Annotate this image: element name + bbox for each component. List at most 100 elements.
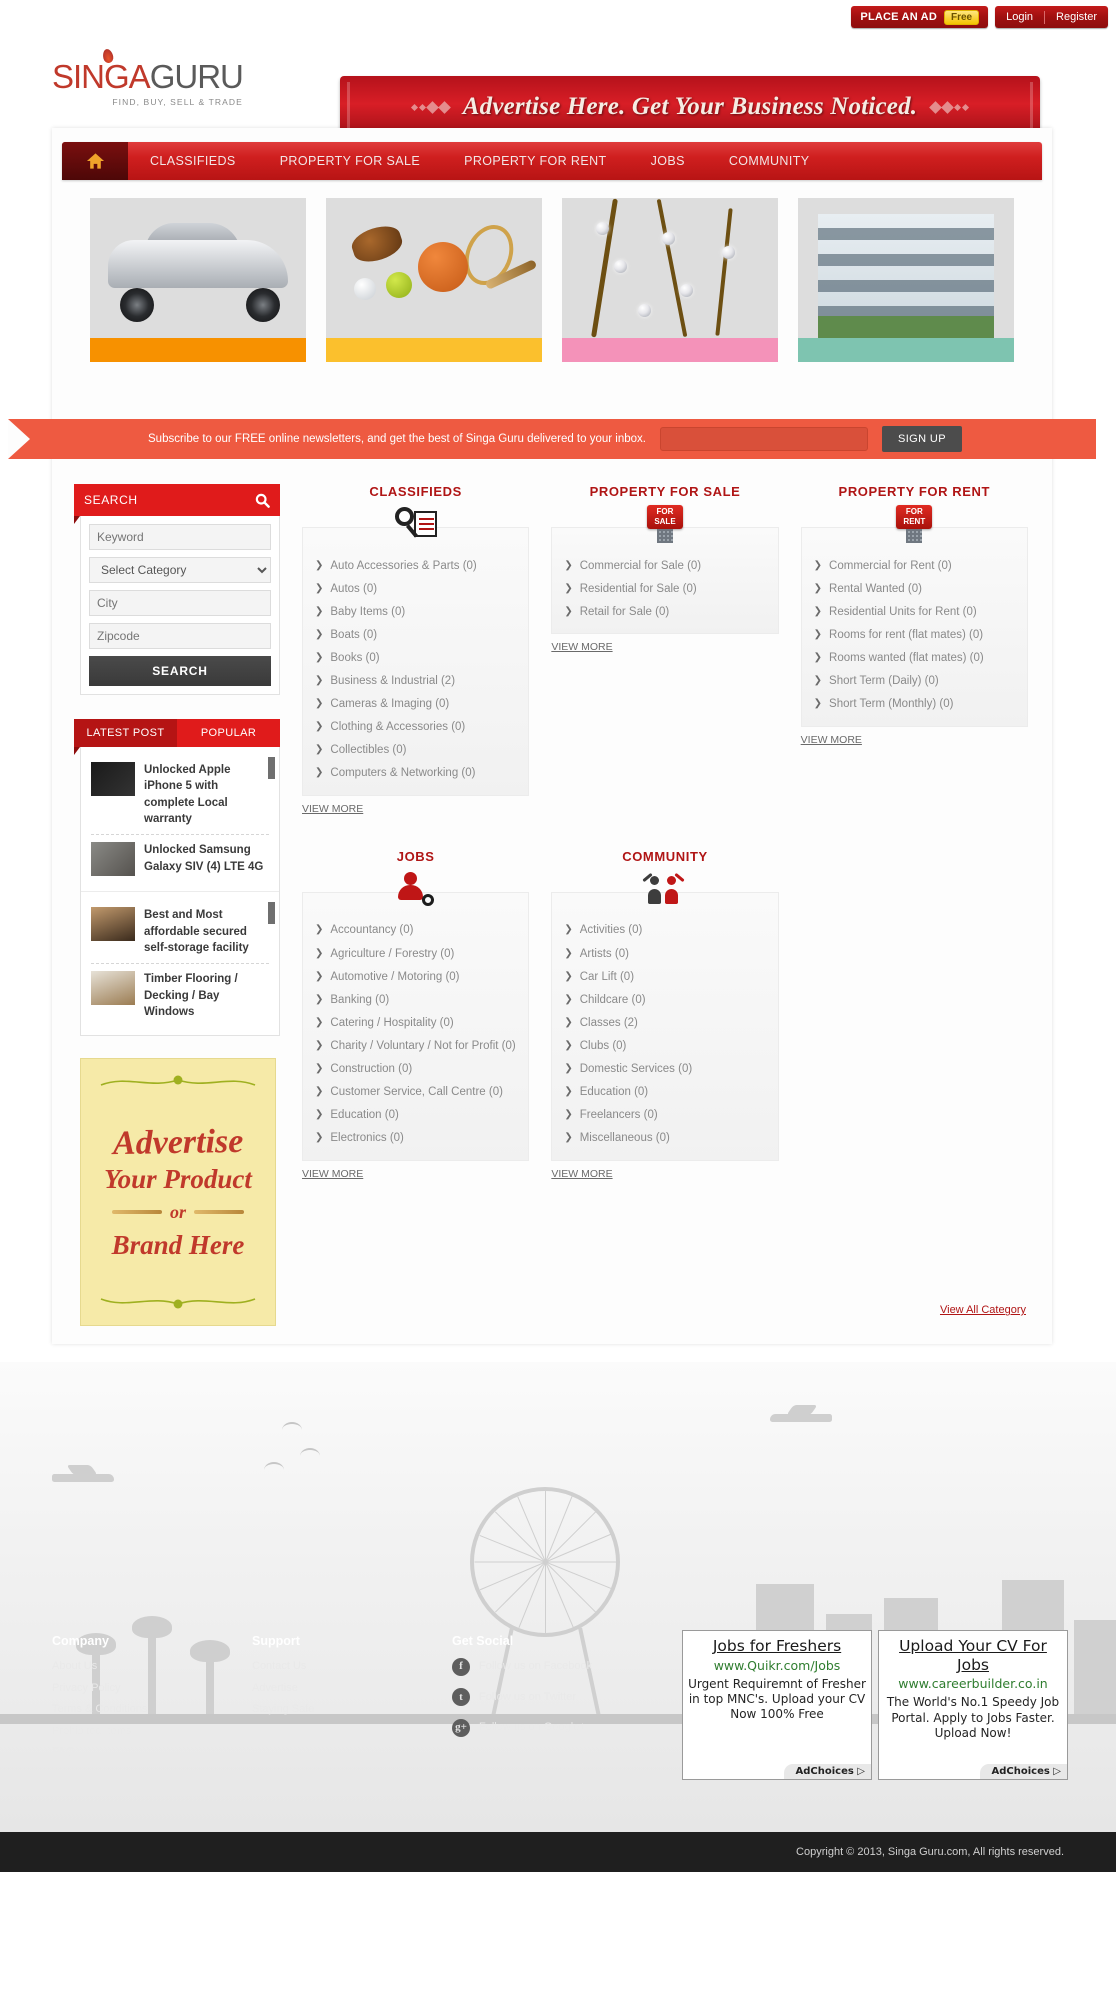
newsletter-signup-button[interactable]: SIGN UP (881, 426, 963, 452)
list-item[interactable]: ❯ Clothing & Accessories (0) (315, 716, 516, 739)
list-item[interactable]: ❯ Boats (0) (315, 623, 516, 646)
ad-headline[interactable]: Upload Your CV For Jobs (883, 1637, 1063, 1674)
list-item[interactable]: ❯ Childcare (0) (564, 988, 765, 1011)
list-item[interactable]: ❯ Short Term (Daily) (0) (814, 669, 1015, 692)
nav-item-property-for-sale[interactable]: PROPERTY FOR SALE (258, 142, 442, 180)
newsletter-email-input[interactable] (659, 427, 868, 451)
list-item[interactable]: ❯ Collectibles (0) (315, 739, 516, 762)
nav-item-classifieds[interactable]: CLASSIFIEDS (128, 142, 258, 180)
tab-latest-post[interactable]: LATEST POST (74, 719, 177, 747)
list-item[interactable]: Unlocked Apple iPhone 5 with complete Lo… (91, 755, 269, 834)
list-item[interactable]: ❯ Baby Items (0) (315, 600, 516, 623)
view-more-link[interactable]: VIEW MORE (551, 641, 612, 653)
list-item[interactable]: ❯ Catering / Hospitality (0) (315, 1011, 516, 1034)
facebook-icon: f (452, 1658, 470, 1676)
nav-item-community[interactable]: COMMUNITY (707, 142, 832, 180)
category-label: Activities (0) (579, 924, 643, 937)
list-item[interactable]: ❯ Accountancy (0) (315, 919, 516, 942)
list-item[interactable]: ❯ Commercial for Rent (0) (814, 554, 1015, 577)
list-item[interactable]: ❯ Cameras & Imaging (0) (315, 693, 516, 716)
list-item[interactable]: ❯ Residential for Sale (0) (564, 577, 765, 600)
list-item[interactable]: ❯ Electronics (0) (315, 1127, 516, 1150)
nav-home-button[interactable] (62, 142, 128, 180)
search-category-select[interactable]: Select Category (89, 557, 271, 583)
nav-item-property-for-rent[interactable]: PROPERTY FOR RENT (442, 142, 628, 180)
list-item[interactable]: ❯ Rooms for rent (flat mates) (0) (814, 623, 1015, 646)
footer-link-contact-us[interactable]: Contact Us (252, 1656, 452, 1677)
footer-link-prohibited-items[interactable]: Prohibited Items (52, 1721, 252, 1742)
list-item[interactable]: Timber Flooring / Decking / Bay Windows (91, 963, 269, 1027)
category-label: Residential Units for Rent (0) (829, 605, 977, 618)
list-item[interactable]: ❯ Computers & Networking (0) (315, 762, 516, 785)
list-item[interactable]: ❯ Short Term (Monthly) (0) (814, 693, 1015, 716)
advertise-poster[interactable]: Advertise Your Product or Brand Here (80, 1058, 276, 1327)
list-item[interactable]: ❯ Car Lift (0) (564, 965, 765, 988)
slide-jewellery[interactable] (562, 198, 778, 362)
advertise-banner-text: Advertise Here. Get Your Business Notice… (462, 93, 918, 120)
footer-ad-jobs-for-freshers[interactable]: Jobs for Freshers www.Quikr.com/Jobs Urg… (682, 1630, 872, 1781)
list-item[interactable]: ❯ Clubs (0) (564, 1034, 765, 1057)
footer-link-terms-conditions[interactable]: Terms & Conditions (52, 1699, 252, 1720)
view-more-link[interactable]: VIEW MORE (551, 1168, 612, 1180)
adchoices-badge[interactable]: AdChoices ▷ (783, 1764, 871, 1780)
category-label: Baby Items (0) (330, 605, 406, 618)
ad-headline[interactable]: Jobs for Freshers (687, 1637, 867, 1656)
list-item[interactable]: ❯ Miscellaneous (0) (564, 1127, 765, 1150)
list-item[interactable]: ❯ Agriculture / Forestry (0) (315, 942, 516, 965)
list-item[interactable]: ❯ Retail for Sale (0) (564, 600, 765, 623)
list-item[interactable]: ❯ Commercial for Sale (0) (564, 554, 765, 577)
list-item[interactable]: ❯ Autos (0) (315, 577, 516, 600)
footer-link-about-us[interactable]: About Us (52, 1656, 252, 1677)
list-item[interactable]: Best and Most affordable secured self-st… (91, 900, 269, 963)
post-scroll-handle[interactable] (268, 902, 275, 925)
list-item[interactable]: ❯ Banking (0) (315, 988, 516, 1011)
slide-autos[interactable] (90, 198, 306, 362)
list-item[interactable]: ❯ Classes (2) (564, 1011, 765, 1034)
social-link-twitter[interactable]: t Follow us on Twitter (452, 1687, 592, 1708)
footer-link-faq[interactable]: FAQ (52, 1742, 252, 1763)
list-item[interactable]: ❯ Rooms wanted (flat mates) (0) (814, 646, 1015, 669)
search-keyword-input[interactable] (89, 524, 271, 550)
slide-property[interactable] (798, 198, 1014, 362)
logo-secondary: GURU (149, 58, 244, 95)
list-item[interactable]: ❯ Activities (0) (564, 919, 765, 942)
list-item[interactable]: ❯ Automotive / Motoring (0) (315, 965, 516, 988)
footer-link-staying-safe[interactable]: Staying Safe (252, 1699, 452, 1720)
view-more-link[interactable]: VIEW MORE (302, 803, 363, 815)
list-item[interactable]: ❯ Education (0) (564, 1081, 765, 1104)
place-an-ad-button[interactable]: PLACE AN AD Free (851, 6, 989, 28)
register-button[interactable]: Register (1045, 11, 1108, 23)
footer-link-advertise[interactable]: Advertise (252, 1678, 452, 1699)
list-item[interactable]: Unlocked Samsung Galaxy SIV (4) LTE 4G (91, 834, 269, 883)
list-item[interactable]: ❯ Charity / Voluntary / Not for Profit (0… (315, 1034, 516, 1057)
social-link-facebook[interactable]: f Follow us on Facebook (452, 1656, 592, 1677)
footer-columns: Company About Us Privacy Policy Terms & … (52, 1634, 592, 1763)
footer-link-privacy-policy[interactable]: Privacy Policy (52, 1678, 252, 1699)
social-link-google-plus[interactable]: g+ Follow us on Google+ (452, 1717, 592, 1738)
search-submit-button[interactable]: SEARCH (89, 656, 271, 686)
footer-ad-upload-your-cv[interactable]: Upload Your CV For Jobs www.careerbuilde… (878, 1630, 1068, 1781)
tab-popular[interactable]: POPULAR (177, 719, 280, 747)
list-item[interactable]: ❯ Customer Service, Call Centre (0) (315, 1081, 516, 1104)
adchoices-badge[interactable]: AdChoices ▷ (979, 1764, 1067, 1780)
nav-item-jobs[interactable]: JOBS (629, 142, 707, 180)
site-logo[interactable]: SINGAGURU FIND, BUY, SELL & TRADE (52, 48, 244, 107)
list-item[interactable]: ❯ Rental Wanted (0) (814, 577, 1015, 600)
post-scroll-handle[interactable] (268, 757, 275, 779)
list-item[interactable]: ❯ Books (0) (315, 646, 516, 669)
list-item[interactable]: ❯ Artists (0) (564, 942, 765, 965)
list-item[interactable]: ❯ Freelancers (0) (564, 1104, 765, 1127)
list-item[interactable]: ❯ Residential Units for Rent (0) (814, 600, 1015, 623)
view-all-category-link[interactable]: View All Category (940, 1304, 1026, 1316)
slide-sports[interactable] (326, 198, 542, 362)
list-item[interactable]: ❯ Construction (0) (315, 1058, 516, 1081)
view-more-link[interactable]: VIEW MORE (801, 734, 862, 746)
list-item[interactable]: ❯ Business & Industrial (2) (315, 669, 516, 692)
login-button[interactable]: Login (995, 11, 1044, 23)
search-city-input[interactable] (89, 590, 271, 616)
search-zipcode-input[interactable] (89, 623, 271, 649)
list-item[interactable]: ❯ Auto Accessories & Parts (0) (315, 554, 516, 577)
list-item[interactable]: ❯ Education (0) (315, 1104, 516, 1127)
view-more-link[interactable]: VIEW MORE (302, 1168, 363, 1180)
list-item[interactable]: ❯ Domestic Services (0) (564, 1058, 765, 1081)
